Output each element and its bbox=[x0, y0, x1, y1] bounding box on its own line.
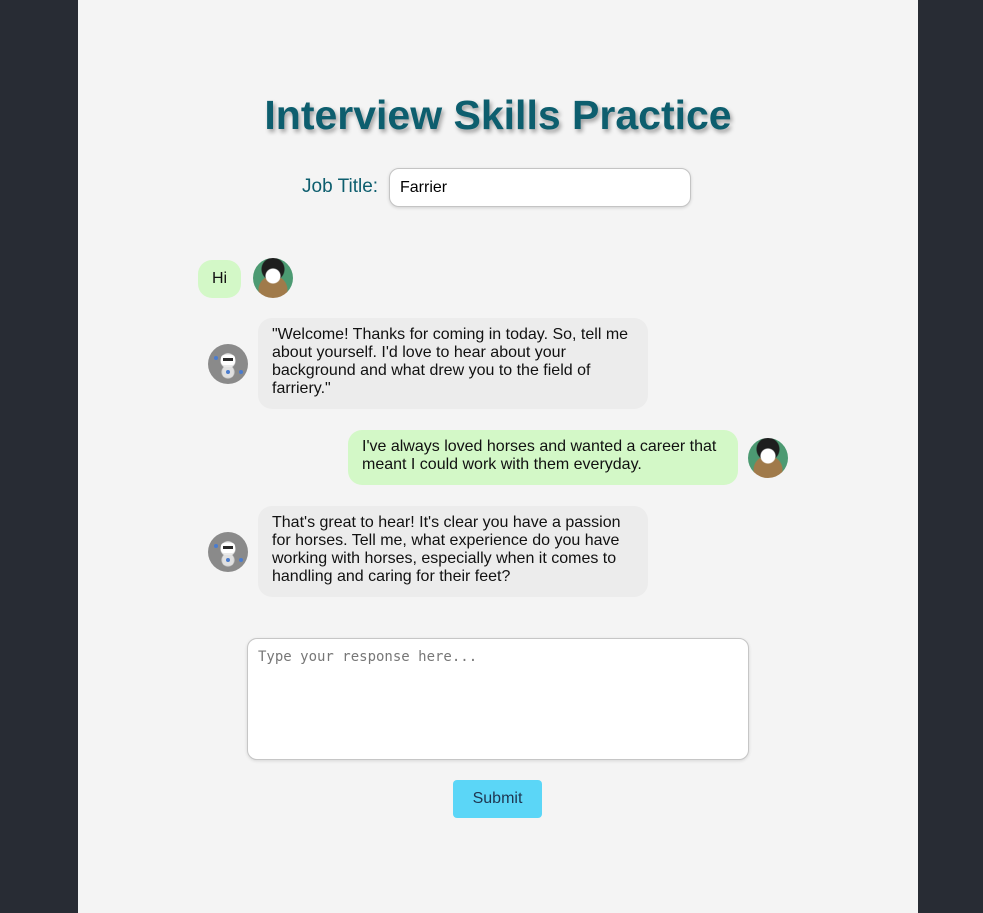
bot-message: That's great to hear! It's clear you hav… bbox=[258, 506, 648, 597]
cat-photo-icon bbox=[748, 438, 788, 478]
job-title-label: Job Title: bbox=[302, 176, 379, 197]
main-panel: Interview Skills Practice Job Title: Hi … bbox=[78, 0, 918, 913]
job-title-input[interactable] bbox=[389, 168, 691, 207]
page-title: Interview Skills Practice bbox=[264, 92, 732, 138]
submit-button[interactable]: Submit bbox=[453, 780, 542, 818]
bot-message: "Welcome! Thanks for coming in today. So… bbox=[258, 318, 648, 409]
robot-icon-graphic bbox=[214, 355, 243, 377]
response-input[interactable] bbox=[247, 638, 749, 760]
user-message: I've always loved horses and wanted a ca… bbox=[348, 430, 738, 485]
user-message: Hi bbox=[198, 260, 242, 298]
cat-photo-icon bbox=[253, 258, 293, 298]
robot-icon-graphic bbox=[214, 543, 243, 565]
robot-icon bbox=[208, 532, 248, 572]
robot-icon bbox=[208, 344, 248, 384]
